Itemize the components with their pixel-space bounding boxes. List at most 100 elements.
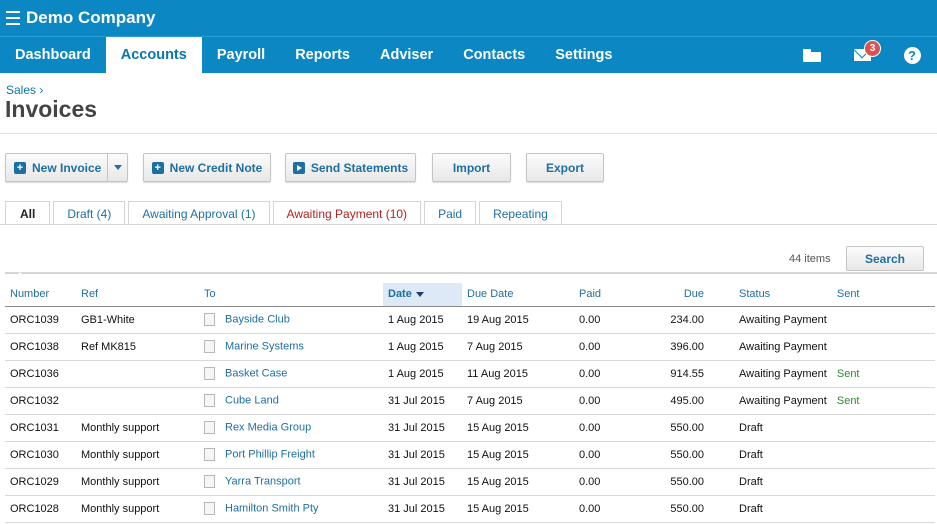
document-icon [204, 448, 215, 461]
table-divider [5, 272, 937, 274]
cell-sent [831, 333, 935, 361]
cell-date: 31 Jul 2015 [383, 414, 462, 442]
tab-awaiting-approval[interactable]: Awaiting Approval (1) [128, 201, 270, 225]
col-status[interactable]: Status [709, 283, 832, 307]
top-bar: Demo Company [0, 0, 937, 36]
cell-to[interactable]: Yarra Transport [199, 468, 383, 496]
plus-icon: + [14, 161, 26, 174]
tab-draft[interactable]: Draft (4) [53, 201, 126, 225]
import-button[interactable]: Import [432, 153, 511, 182]
send-statements-label: Send Statements [310, 160, 409, 175]
nav-tab-contacts[interactable]: Contacts [448, 37, 540, 73]
new-credit-note-button[interactable]: + New Credit Note [143, 153, 271, 182]
divider [0, 133, 937, 134]
table-row[interactable]: ORC1032 Cube Land 31 Jul 2015 7 Aug 2015 0.0… [5, 387, 935, 415]
cell-to[interactable]: Basket Case [199, 360, 383, 388]
cell-date: 31 Jul 2015 [383, 441, 462, 469]
document-icon [204, 421, 215, 434]
cell-to-label[interactable]: Bayside Club [225, 313, 290, 325]
cell-sent [831, 468, 935, 496]
col-to[interactable]: To [199, 283, 383, 307]
cell-to[interactable]: Rex Media Group [199, 414, 383, 442]
help-button[interactable]: ? [887, 37, 937, 73]
nav-tab-payroll[interactable]: Payroll [202, 37, 280, 73]
tab-awaiting-payment[interactable]: Awaiting Payment (10) [272, 201, 422, 225]
cell-paid: 0.00 [574, 333, 624, 361]
help-icon: ? [903, 46, 921, 64]
cell-to[interactable]: Marine Systems [199, 333, 383, 361]
table-row[interactable]: ORC1038 Ref MK815 Marine Systems 1 Aug 2015… [5, 333, 935, 361]
cell-to[interactable]: Bayside Club [199, 306, 383, 334]
col-due[interactable]: Due [624, 283, 709, 307]
tab-all[interactable]: All [5, 201, 51, 225]
table-row[interactable]: ORC1030 Monthly support Port Phillip Freig… [5, 441, 935, 469]
nav-tab-settings[interactable]: Settings [540, 37, 627, 73]
table-row[interactable]: ORC1031 Monthly support Rex Media Group 31 … [5, 414, 935, 442]
menu-icon[interactable] [6, 11, 20, 25]
cell-paid: 0.00 [574, 468, 624, 496]
cell-number: ORC1032 [5, 387, 76, 415]
nav-tab-accounts[interactable]: Accounts [105, 37, 202, 73]
cell-to-label[interactable]: Basket Case [225, 367, 287, 379]
chevron-down-icon[interactable] [107, 154, 127, 181]
table-row[interactable]: ORC1029 Monthly support Yarra Transport 31 … [5, 468, 935, 496]
cell-date: 31 Jul 2015 [383, 387, 462, 415]
filter-tabs: All Draft (4) Awaiting Approval (1) Awai… [5, 201, 565, 225]
cell-due: 550.00 [624, 441, 709, 469]
cell-date: 1 Aug 2015 [383, 360, 462, 388]
table-row[interactable]: ORC1028 Monthly support Hamilton Smith Pty… [5, 495, 935, 523]
cell-sent [831, 306, 935, 334]
table-row[interactable]: ORC1036 Basket Case 1 Aug 2015 11 Aug 2015 0… [5, 360, 935, 388]
cell-sent [831, 441, 935, 469]
company-name[interactable]: Demo Company [26, 8, 155, 28]
cell-status: Draft [709, 468, 832, 496]
invoices-table: Number Ref To Date Due Date Paid Due Sta… [5, 283, 935, 523]
col-sent[interactable]: Sent [831, 283, 935, 307]
cell-to-label[interactable]: Port Phillip Freight [225, 448, 315, 460]
new-invoice-button[interactable]: + New Invoice [5, 153, 128, 182]
items-count: 44 items [789, 253, 831, 265]
tab-repeating[interactable]: Repeating [479, 201, 562, 225]
main-nav: Dashboard Accounts Payroll Reports Advis… [0, 36, 937, 73]
cell-ref [76, 360, 199, 388]
col-date[interactable]: Date [383, 283, 462, 307]
cell-to[interactable]: Hamilton Smith Pty [199, 495, 383, 523]
cell-number: ORC1028 [5, 495, 76, 523]
cell-due: 550.00 [624, 414, 709, 442]
plus-icon: + [151, 161, 164, 174]
cell-number: ORC1039 [5, 306, 76, 334]
cell-to-label[interactable]: Marine Systems [225, 340, 304, 352]
cell-status: Draft [709, 414, 832, 442]
col-ref[interactable]: Ref [76, 283, 199, 307]
breadcrumb[interactable]: Sales › [6, 83, 43, 97]
cell-to[interactable]: Port Phillip Freight [199, 441, 383, 469]
send-statements-button[interactable]: Send Statements [285, 153, 416, 182]
files-button[interactable] [787, 37, 837, 73]
cell-to[interactable]: Cube Land [199, 387, 383, 415]
cell-status: Awaiting Payment [709, 387, 832, 415]
export-button[interactable]: Export [526, 153, 604, 182]
cell-to-label[interactable]: Yarra Transport [225, 475, 301, 487]
nav-tab-dashboard[interactable]: Dashboard [0, 37, 106, 73]
new-credit-note-label: New Credit Note [169, 160, 263, 175]
col-number[interactable]: Number [5, 283, 76, 307]
cell-to-label[interactable]: Rex Media Group [225, 421, 311, 433]
cell-due-date: 15 Aug 2015 [462, 414, 574, 442]
tab-paid[interactable]: Paid [424, 201, 477, 225]
col-paid[interactable]: Paid [574, 283, 624, 307]
cell-number: ORC1031 [5, 414, 76, 442]
search-button[interactable]: Search [846, 246, 924, 271]
nav-tab-reports[interactable]: Reports [280, 37, 365, 73]
cell-to-label[interactable]: Cube Land [225, 394, 279, 406]
document-icon [204, 394, 215, 407]
col-due-date[interactable]: Due Date [462, 283, 574, 307]
nav-tab-adviser[interactable]: Adviser [365, 37, 448, 73]
table-row[interactable]: ORC1039 GB1-White Bayside Club 1 Aug 2015 19… [5, 306, 935, 334]
caret-up-icon [14, 272, 26, 278]
page-title: Invoices [5, 96, 98, 122]
mail-button[interactable]: 3 [837, 37, 887, 73]
cell-number: ORC1030 [5, 441, 76, 469]
cell-paid: 0.00 [574, 306, 624, 334]
cell-status: Awaiting Payment [709, 360, 832, 388]
cell-to-label[interactable]: Hamilton Smith Pty [225, 502, 319, 514]
